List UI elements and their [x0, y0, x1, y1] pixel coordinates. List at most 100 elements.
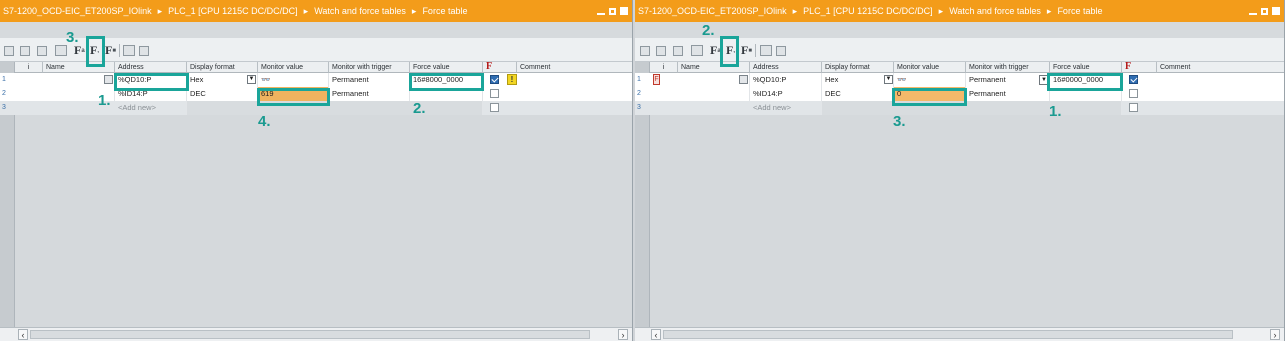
column-header-monitor-value[interactable]: Monitor value — [258, 62, 329, 73]
step-label: 1. — [1049, 103, 1062, 120]
tag-list-icon[interactable] — [104, 75, 113, 84]
force-stop-button[interactable]: F ■ — [741, 43, 752, 58]
force-checkbox[interactable] — [1129, 89, 1138, 98]
insert-row-button[interactable] — [4, 43, 14, 58]
add-row-button[interactable] — [20, 43, 30, 58]
breadcrumb-separator-icon: ▸ — [792, 6, 798, 16]
column-header-force-value[interactable]: Force value — [410, 62, 483, 73]
scroll-left-icon[interactable]: ‹ — [18, 329, 28, 340]
chevron-down-icon[interactable]: ▼ — [884, 75, 893, 84]
display-format-cell[interactable]: DEC — [822, 87, 894, 101]
minimize-icon[interactable] — [597, 12, 605, 15]
force-checkbox[interactable] — [1129, 103, 1138, 112]
force-once-button[interactable]: F, — [726, 43, 735, 58]
restore-icon[interactable] — [609, 7, 616, 15]
add-new-row[interactable]: <Add new> — [115, 101, 187, 115]
address-cell[interactable]: %QD10:P — [115, 73, 187, 87]
horizontal-scrollbar[interactable]: ‹ › — [0, 327, 632, 341]
scrollbar-thumb[interactable] — [663, 330, 1233, 339]
table-row[interactable]: 1 F %QD10:P Hex ▼ 👓 Permanent ▼ 16#0000_… — [635, 73, 1284, 87]
minimize-icon[interactable] — [1249, 12, 1257, 15]
column-header-display-format[interactable]: Display format — [822, 62, 894, 73]
glasses-icon — [760, 45, 772, 56]
table-row[interactable]: 3 <Add new> — [0, 101, 632, 115]
sort-button[interactable] — [673, 43, 683, 58]
column-header-name[interactable]: Name — [678, 62, 750, 73]
address-cell[interactable]: %ID14:P — [115, 87, 187, 101]
close-icon[interactable] — [1272, 7, 1280, 15]
breadcrumb-plc[interactable]: PLC_1 [CPU 1215C DC/DC/DC] — [168, 6, 298, 16]
breadcrumb-project[interactable]: S7-1200_OCD-EIC_ET200SP_IOlink — [638, 6, 787, 16]
force-icon: F — [90, 43, 98, 57]
glasses-once-icon — [776, 45, 786, 56]
monitor-trigger-cell[interactable]: Permanent — [329, 87, 410, 101]
name-cell[interactable] — [678, 87, 750, 101]
force-checkbox[interactable] — [490, 75, 499, 84]
add-new-row[interactable]: <Add new> — [750, 101, 822, 115]
monitor-trigger-cell[interactable]: Permanent — [966, 87, 1050, 101]
scroll-right-icon[interactable]: › — [1270, 329, 1280, 340]
column-header-address[interactable]: Address — [115, 62, 187, 73]
row-number: 3 — [2, 104, 6, 111]
column-header-info[interactable]: i — [15, 62, 43, 73]
breadcrumb-table: Force table — [1057, 6, 1103, 16]
force-checkbox[interactable] — [490, 103, 499, 112]
column-header-force-flag[interactable]: F — [483, 62, 517, 73]
table-row[interactable]: 3 <Add new> — [635, 101, 1284, 115]
column-header-monitor-trigger[interactable]: Monitor with trigger — [329, 62, 410, 73]
column-header-display-format[interactable]: Display format — [187, 62, 258, 73]
sort-button[interactable] — [37, 43, 47, 58]
monitor-trigger-cell[interactable]: Permanent — [329, 73, 410, 87]
table-row[interactable]: 2 %ID14:P DEC 619 Permanent — [0, 87, 632, 101]
monitor-all-button[interactable] — [760, 43, 772, 58]
breadcrumb-plc[interactable]: PLC_1 [CPU 1215C DC/DC/DC] — [803, 6, 933, 16]
row-number: 3 — [637, 104, 641, 111]
scroll-left-icon[interactable]: ‹ — [651, 329, 661, 340]
breadcrumb-separator-icon: ▸ — [157, 6, 163, 16]
force-checkbox[interactable] — [490, 89, 499, 98]
monitor-once-button[interactable] — [139, 43, 149, 58]
force-stop-button[interactable]: F ■ — [105, 43, 116, 58]
force-value-cell[interactable]: 16#8000_0000 — [410, 73, 483, 87]
column-header-monitor-value[interactable]: Monitor value — [894, 62, 966, 73]
column-header-name[interactable]: Name — [43, 62, 115, 73]
address-cell[interactable]: %ID14:P — [750, 87, 822, 101]
editor-title-bar: S7-1200_OCD-EIC_ET200SP_IOlink ▸ PLC_1 [CP… — [635, 0, 1284, 22]
breadcrumb-project[interactable]: S7-1200_OCD-EIC_ET200SP_IOlink — [3, 6, 152, 16]
breadcrumb-folder[interactable]: Watch and force tables — [949, 6, 1041, 16]
column-header-info[interactable]: i — [650, 62, 678, 73]
column-header-force-value[interactable]: Force value — [1050, 62, 1122, 73]
monitor-trigger-cell[interactable]: Permanent — [966, 73, 1050, 87]
horizontal-scrollbar[interactable]: ‹ › — [635, 327, 1284, 341]
monitor-once-button[interactable] — [776, 43, 786, 58]
force-checkbox[interactable] — [1129, 75, 1138, 84]
column-header-address[interactable]: Address — [750, 62, 822, 73]
force-value-cell[interactable] — [410, 87, 483, 101]
add-row-button[interactable] — [656, 43, 666, 58]
display-format-cell[interactable]: DEC — [187, 87, 258, 101]
force-once-button[interactable]: F, — [90, 43, 99, 58]
table-row[interactable]: 1 %QD10:P Hex ▼ 👓 Permanent 16#8000_0000… — [0, 73, 632, 87]
force-value-cell[interactable]: 16#0000_0000 — [1050, 73, 1122, 87]
restore-icon[interactable] — [1261, 7, 1268, 15]
monitor-all-button[interactable] — [123, 43, 135, 58]
breadcrumb-folder[interactable]: Watch and force tables — [314, 6, 406, 16]
force-value-cell[interactable] — [1050, 87, 1122, 101]
chevron-down-icon[interactable]: ▼ — [1039, 75, 1049, 85]
editor-spacer — [0, 22, 632, 38]
column-header-comment[interactable]: Comment — [1157, 62, 1284, 73]
close-icon[interactable] — [620, 7, 628, 15]
column-header-comment[interactable]: Comment — [517, 62, 632, 73]
address-cell[interactable]: %QD10:P — [750, 73, 822, 87]
sort-icon — [37, 45, 47, 56]
force-stop-all-button[interactable]: Fa — [710, 43, 721, 58]
show-all-button[interactable] — [691, 43, 703, 58]
column-header-monitor-trigger[interactable]: Monitor with trigger — [966, 62, 1050, 73]
insert-row-button[interactable] — [640, 43, 650, 58]
chevron-down-icon[interactable]: ▼ — [247, 75, 256, 84]
tag-list-icon[interactable] — [739, 75, 748, 84]
table-row[interactable]: 2 %ID14:P DEC 0 Permanent — [635, 87, 1284, 101]
scrollbar-thumb[interactable] — [30, 330, 590, 339]
column-header-force-flag[interactable]: F — [1122, 62, 1157, 73]
scroll-right-icon[interactable]: › — [618, 329, 628, 340]
